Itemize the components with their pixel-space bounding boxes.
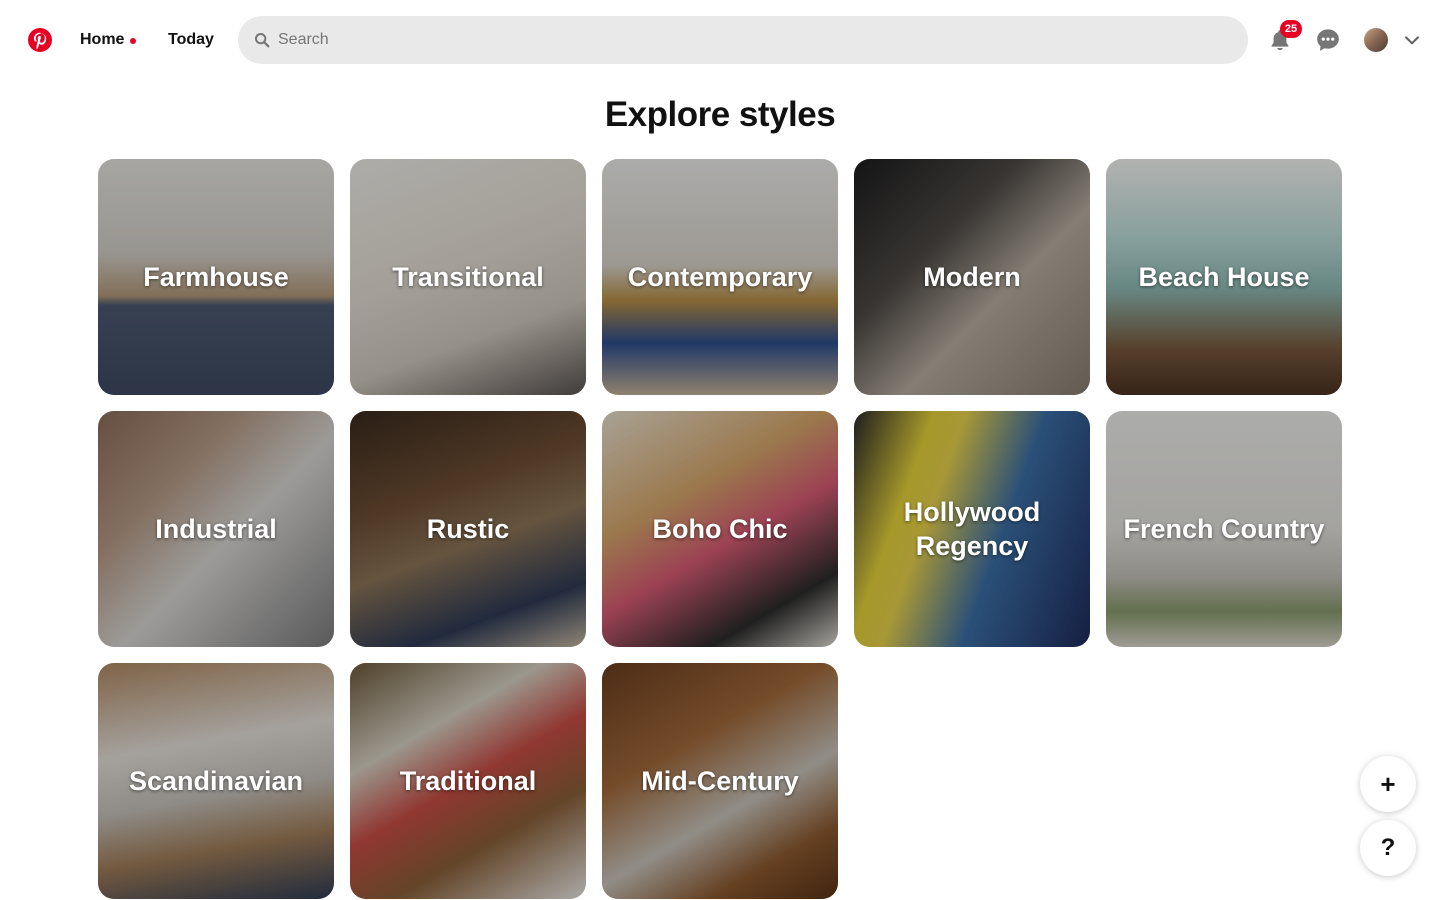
pinterest-logo-icon[interactable] — [28, 28, 52, 52]
create-button[interactable]: + — [1360, 756, 1416, 812]
style-card-contemporary[interactable]: Contemporary — [602, 159, 838, 395]
active-indicator-dot — [130, 38, 136, 44]
style-card-label: Industrial — [155, 514, 277, 544]
nav-today[interactable]: Today — [168, 29, 214, 51]
style-card-label: Beach House — [1138, 262, 1310, 292]
style-card-label: French Country — [1123, 514, 1325, 544]
style-card-label: Farmhouse — [143, 262, 289, 292]
avatar[interactable] — [1364, 28, 1388, 52]
style-card-beach-house[interactable]: Beach House — [1106, 159, 1342, 395]
style-card-label: Hollywood Regency — [903, 497, 1041, 561]
top-nav: Home Today 25 — [0, 0, 1440, 80]
page-title: Explore styles — [604, 95, 836, 134]
notification-count-badge: 25 — [1280, 20, 1302, 38]
style-card-boho-chic[interactable]: Boho Chic — [602, 411, 838, 647]
search-bar[interactable] — [238, 16, 1248, 64]
chevron-down-icon — [1405, 36, 1419, 45]
style-card-label: Boho Chic — [652, 514, 788, 544]
style-card-label: Mid-Century — [641, 766, 799, 796]
search-input[interactable] — [278, 28, 1218, 52]
style-card-label: Traditional — [399, 766, 537, 796]
styles-grid: Farmhouse Transitional Contemporary Mode… — [98, 159, 1342, 899]
style-card-rustic[interactable]: Rustic — [350, 411, 586, 647]
account-menu-button[interactable] — [1396, 24, 1428, 56]
style-card-farmhouse[interactable]: Farmhouse — [98, 159, 334, 395]
search-icon — [255, 33, 270, 48]
style-card-hollywood-regency[interactable]: Hollywood Regency — [854, 411, 1090, 647]
style-card-label: Scandinavian — [128, 766, 304, 796]
chat-icon — [1317, 29, 1339, 51]
style-card-french-country[interactable]: French Country — [1106, 411, 1342, 647]
style-card-label: Contemporary — [627, 262, 813, 292]
style-card-label: Transitional — [392, 262, 544, 292]
style-card-label: Modern — [923, 262, 1021, 292]
style-card-industrial[interactable]: Industrial — [98, 411, 334, 647]
style-card-traditional[interactable]: Traditional — [350, 663, 586, 899]
style-card-modern[interactable]: Modern — [854, 159, 1090, 395]
style-card-transitional[interactable]: Transitional — [350, 159, 586, 395]
style-card-label: Rustic — [426, 514, 510, 544]
nav-home[interactable]: Home — [80, 29, 124, 51]
messages-button[interactable] — [1312, 24, 1344, 56]
help-button[interactable]: ? — [1360, 820, 1416, 876]
style-card-mid-century[interactable]: Mid-Century — [602, 663, 838, 899]
style-card-scandinavian[interactable]: Scandinavian — [98, 663, 334, 899]
